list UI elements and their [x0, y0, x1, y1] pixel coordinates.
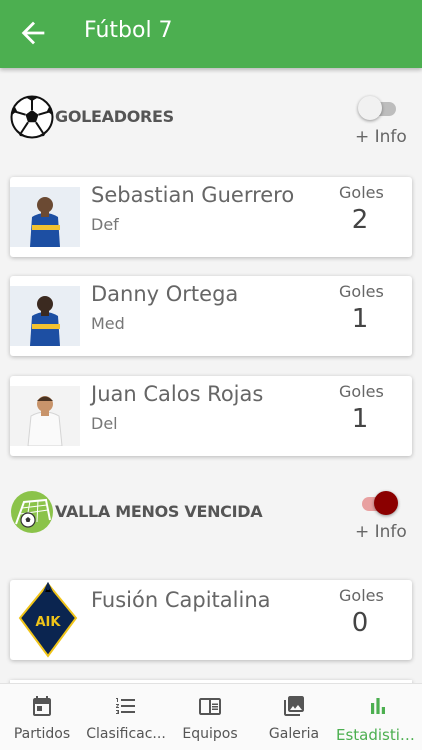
goals-label: Goles — [339, 382, 384, 401]
player-name: Danny Ortega — [91, 282, 239, 306]
team-crest: AIK — [16, 582, 80, 658]
nav-item-galeria[interactable]: Galeria — [252, 684, 336, 750]
book-icon — [199, 698, 221, 715]
app-bar: Fútbol 7 — [0, 0, 422, 68]
more-info-link[interactable]: + Info — [355, 522, 407, 542]
goals-label: Goles — [339, 282, 384, 301]
crest-text: AIK — [36, 615, 62, 630]
goals-label: Goles — [339, 183, 384, 202]
goals-value: 2 — [351, 205, 369, 235]
defense-toggle[interactable] — [358, 490, 398, 516]
goals-value: 1 — [351, 404, 369, 434]
section-scorers-header: GOLEADORES + Info — [0, 95, 422, 165]
nav-label: Partidos — [13, 726, 71, 742]
arrow-left-icon[interactable] — [16, 16, 50, 50]
toggle-thumb — [358, 96, 382, 120]
player-name: Juan Calos Rojas — [91, 382, 264, 406]
player-position: Med — [91, 314, 125, 333]
goals-value: 1 — [351, 304, 369, 334]
goals-label: Goles — [339, 586, 384, 605]
section-defense-header: VALLA MENOS VENCIDA + Info — [0, 490, 422, 560]
player-position: Del — [91, 414, 118, 433]
scorers-toggle[interactable] — [358, 95, 398, 121]
nav-label: Estadistic... — [336, 726, 422, 744]
team-name: Fusión Capitalina — [91, 588, 271, 612]
nav-item-clasificacion[interactable]: Clasificac... — [84, 684, 168, 750]
player-photo — [10, 386, 80, 446]
more-info-link[interactable]: + Info — [355, 127, 407, 147]
nav-label: Galeria — [268, 726, 320, 742]
goal-net-icon — [11, 491, 53, 533]
nav-label: Clasificac... — [86, 726, 166, 742]
player-position: Def — [91, 215, 119, 234]
section-title: VALLA MENOS VENCIDA — [55, 502, 263, 521]
soccer-ball-icon — [10, 95, 54, 139]
list-item[interactable]: Juan Calos Rojas Del Goles 1 — [10, 376, 412, 456]
toggle-thumb — [374, 491, 398, 515]
player-photo — [10, 286, 80, 346]
page-title: Fútbol 7 — [84, 18, 173, 43]
nav-label: Equipos — [182, 726, 238, 742]
bottom-navigation: Partidos Clasificac... Equipos Galeria E… — [0, 683, 422, 750]
bar-chart-icon — [371, 698, 385, 714]
player-name: Sebastian Guerrero — [91, 183, 295, 207]
image-gallery-icon — [284, 696, 304, 716]
list-item[interactable]: Sebastian Guerrero Def Goles 2 — [10, 177, 412, 257]
list-item[interactable]: Danny Ortega Med Goles 1 — [10, 276, 412, 356]
nav-item-estadisticas[interactable]: Estadistic... — [336, 684, 422, 750]
player-photo — [10, 187, 80, 247]
ranked-list-icon — [116, 698, 135, 714]
calendar-icon — [33, 696, 51, 716]
goals-value: 0 — [351, 608, 369, 638]
list-item[interactable]: AIK Fusión Capitalina Goles 0 — [10, 580, 412, 660]
section-title: GOLEADORES — [55, 107, 174, 126]
nav-item-equipos[interactable]: Equipos — [168, 684, 252, 750]
nav-item-partidos[interactable]: Partidos — [0, 684, 84, 750]
